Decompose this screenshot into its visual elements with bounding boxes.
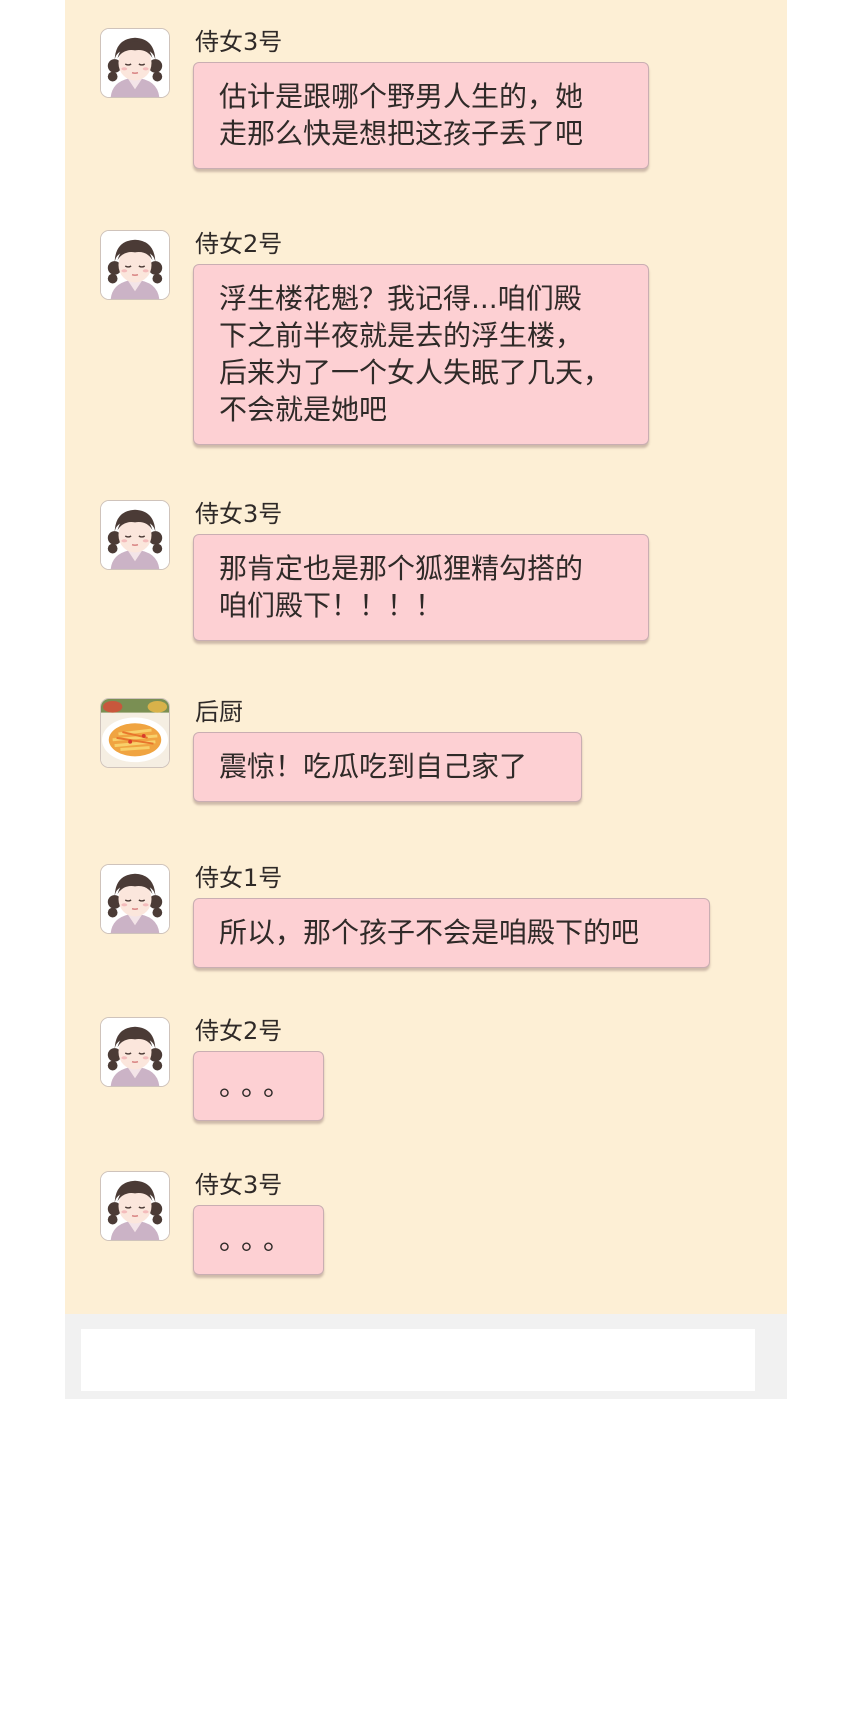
maid-avatar[interactable] bbox=[100, 1017, 170, 1087]
sender-name: 侍女3号 bbox=[195, 28, 283, 56]
sender-name: 后厨 bbox=[195, 698, 243, 726]
chat-panel bbox=[65, 0, 787, 1314]
maid-avatar[interactable] bbox=[100, 28, 170, 98]
message-bubble[interactable]: 。。。 bbox=[193, 1205, 324, 1275]
food-dish-avatar[interactable] bbox=[100, 698, 170, 768]
sender-name: 侍女1号 bbox=[195, 864, 283, 892]
food-dish-icon bbox=[101, 699, 169, 767]
message-bubble[interactable]: 。。。 bbox=[193, 1051, 324, 1121]
maid-avatar[interactable] bbox=[100, 864, 170, 934]
sender-name: 侍女3号 bbox=[195, 500, 283, 528]
message-bubble[interactable]: 估计是跟哪个野男人生的，她 走那么快是想把这孩子丢了吧 bbox=[193, 62, 649, 169]
maid-portrait-icon bbox=[101, 1172, 169, 1240]
message-bubble[interactable]: 震惊！吃瓜吃到自己家了 bbox=[193, 732, 582, 802]
maid-portrait-icon bbox=[101, 231, 169, 299]
sender-name: 侍女3号 bbox=[195, 1171, 283, 1199]
maid-portrait-icon bbox=[101, 865, 169, 933]
maid-avatar[interactable] bbox=[100, 230, 170, 300]
message-input[interactable] bbox=[81, 1329, 755, 1391]
sender-name: 侍女2号 bbox=[195, 1017, 283, 1045]
maid-portrait-icon bbox=[101, 501, 169, 569]
message-bubble[interactable]: 所以，那个孩子不会是咱殿下的吧 bbox=[193, 898, 710, 968]
sender-name: 侍女2号 bbox=[195, 230, 283, 258]
maid-portrait-icon bbox=[101, 1018, 169, 1086]
maid-avatar[interactable] bbox=[100, 500, 170, 570]
message-bubble[interactable]: 浮生楼花魁？我记得...咱们殿 下之前半夜就是去的浮生楼， 后来为了一个女人失眠… bbox=[193, 264, 649, 445]
message-bubble[interactable]: 那肯定也是那个狐狸精勾搭的 咱们殿下！！！！ bbox=[193, 534, 649, 641]
maid-portrait-icon bbox=[101, 29, 169, 97]
maid-avatar[interactable] bbox=[100, 1171, 170, 1241]
input-bar bbox=[65, 1314, 787, 1399]
